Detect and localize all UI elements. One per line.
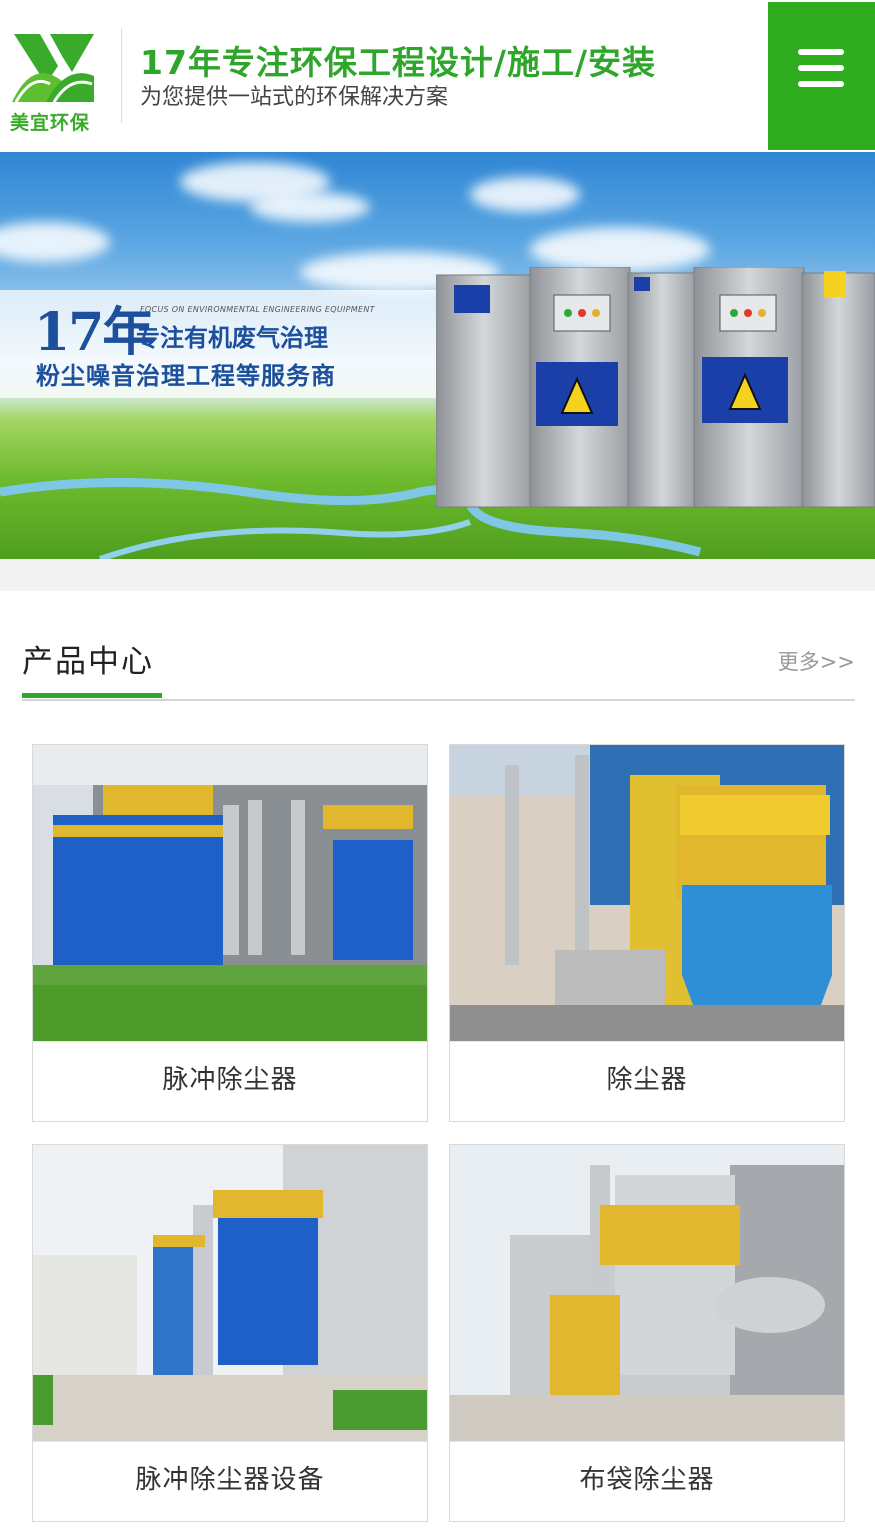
header-divider xyxy=(121,28,122,123)
section-title-rule xyxy=(22,699,855,701)
more-link[interactable]: 更多>> xyxy=(778,646,855,676)
section-spacer xyxy=(0,559,875,591)
product-card[interactable]: 脉冲除尘器 xyxy=(32,744,428,1122)
brand-logo[interactable]: 美宜环保 xyxy=(10,24,96,134)
header-subslogan: 为您提供一站式的环保解决方案 xyxy=(140,85,449,110)
logo-text: 美宜环保 xyxy=(10,112,91,134)
product-name: 布袋除尘器 xyxy=(450,1441,844,1521)
product-name: 脉冲除尘器 xyxy=(33,1041,427,1121)
banner-subheadline: 粉尘噪音治理工程等服务商 xyxy=(36,362,336,390)
product-image xyxy=(450,1145,844,1441)
logo-mark-icon xyxy=(12,34,94,103)
section-title: 产品中心 xyxy=(22,644,154,680)
product-name: 脉冲除尘器设备 xyxy=(33,1441,427,1521)
deodorization-equipment-image xyxy=(436,267,875,508)
product-card[interactable]: 除尘器 xyxy=(449,744,845,1122)
section-title-accent xyxy=(22,693,162,698)
product-image xyxy=(33,1145,427,1441)
product-name: 除尘器 xyxy=(450,1041,844,1121)
site-header: 美宜环保 17年专注环保工程设计/施工/安装 为您提供一站式的环保解决方案 xyxy=(0,0,875,152)
menu-button[interactable] xyxy=(768,2,875,150)
banner-year: 17年 xyxy=(34,302,154,363)
header-slogan: 17年专注环保工程设计/施工/安装 xyxy=(140,43,657,82)
banner-headline: 专注有机废气治理 xyxy=(136,324,328,352)
product-card[interactable]: 布袋除尘器 xyxy=(449,1144,845,1522)
product-card[interactable]: 脉冲除尘器设备 xyxy=(32,1144,428,1522)
product-image xyxy=(33,745,427,1041)
hero-banner[interactable]: 17年 FOCUS ON ENVIRONMENTAL ENGINEERING E… xyxy=(0,152,875,559)
product-image xyxy=(450,745,844,1041)
banner-focus-text: FOCUS ON ENVIRONMENTAL ENGINEERING EQUIP… xyxy=(140,305,375,314)
